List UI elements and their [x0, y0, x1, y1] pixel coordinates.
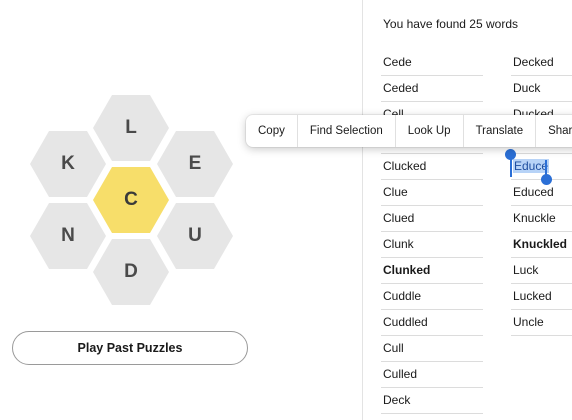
found-word: Deck [381, 388, 483, 414]
selection-start-line [510, 157, 512, 177]
word-text: Knuckle [513, 211, 556, 225]
play-past-puzzles-button[interactable]: Play Past Puzzles [12, 331, 248, 365]
word-text: Clucked [383, 159, 427, 173]
found-word: Culled [381, 362, 483, 388]
word-text: Educe [513, 159, 550, 173]
hive-cell-lower-left[interactable]: N [30, 203, 106, 269]
menu-item-share[interactable]: Share... [536, 115, 572, 147]
found-word: Cede [381, 50, 483, 76]
word-text: Decked [513, 55, 554, 69]
hive-cell-lower-right[interactable]: U [157, 203, 233, 269]
selection-start-handle[interactable] [505, 149, 516, 160]
pangram-word: Clunked [381, 258, 483, 284]
text-context-menu: CopyFind SelectionLook UpTranslateShare.… [246, 115, 572, 147]
menu-item-translate[interactable]: Translate [464, 115, 537, 147]
word-text: Knuckled [513, 237, 568, 251]
found-word: Ceded [381, 76, 483, 102]
word-list-column-2: DeckedDuckDuckedDuckleEduceEducedKnuckle… [511, 50, 572, 336]
word-text: Cuddled [383, 315, 428, 329]
word-text: Cede [383, 55, 412, 69]
found-word: Cull [381, 336, 483, 362]
hive-cell-upper-left[interactable]: K [30, 131, 106, 197]
word-list-column-1: CedeCededCellCluckCluckedClueCluedClunkC… [381, 50, 483, 414]
found-word: Clunk [381, 232, 483, 258]
found-words-count: You have found 25 words [383, 17, 518, 31]
selection-end-handle[interactable] [541, 174, 552, 185]
word-text: Culled [383, 367, 418, 381]
word-text: Clued [383, 211, 415, 225]
word-text: Deck [383, 393, 411, 407]
hive-cell-center[interactable]: C [93, 167, 169, 233]
word-text: Ceded [383, 81, 419, 95]
word-text: Uncle [513, 315, 544, 329]
word-text: Cull [383, 341, 404, 355]
found-word: Educed [511, 180, 572, 206]
letter-hive: L K E C N U D [0, 0, 260, 320]
menu-item-copy[interactable]: Copy [246, 115, 298, 147]
word-text: Clunked [383, 263, 431, 277]
menu-item-find-selection[interactable]: Find Selection [298, 115, 396, 147]
found-word: Uncle [511, 310, 572, 336]
found-word: Decked [511, 50, 572, 76]
found-words-panel: You have found 25 words Cede Ceded Cell Clu… [362, 0, 572, 420]
found-word: Cuddle [381, 284, 483, 310]
found-word: Cuddled [381, 310, 483, 336]
word-text: Luck [513, 263, 539, 277]
found-word: Lucked [511, 284, 572, 310]
word-text: Lucked [513, 289, 552, 303]
found-word: Luck [511, 258, 572, 284]
word-text: Cuddle [383, 289, 422, 303]
found-word: Clucked [381, 154, 483, 180]
found-word: Knuckle [511, 206, 572, 232]
word-text: Clue [383, 185, 408, 199]
word-text: Clunk [383, 237, 414, 251]
hive-cell-upper-right[interactable]: E [157, 131, 233, 197]
spelling-bee-screen: L K E C N U D Play Past Puzzles You have… [0, 0, 572, 420]
hive-cell-top[interactable]: L [93, 95, 169, 161]
word-text: Educed [513, 185, 554, 199]
found-word: Clued [381, 206, 483, 232]
pangram-word: Knuckled [511, 232, 572, 258]
hive-cell-bottom[interactable]: D [93, 239, 169, 305]
found-word: Clue [381, 180, 483, 206]
found-word: Duck [511, 76, 572, 102]
menu-item-look-up[interactable]: Look Up [396, 115, 464, 147]
word-text: Duck [513, 81, 541, 95]
